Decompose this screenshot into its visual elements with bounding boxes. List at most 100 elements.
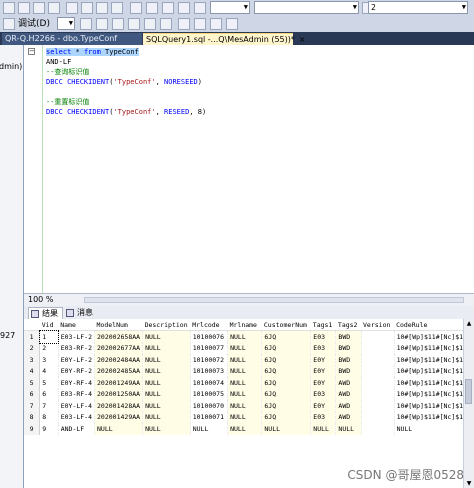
column-header[interactable]: Description: [142, 319, 191, 331]
table-row[interactable]: 8 8 E03-LF-4 202001429AA NULL 10100071 NULL 6JQ…: [24, 411, 474, 423]
new-query-icon[interactable]: [3, 2, 15, 14]
table-cell[interactable]: 6JQ: [261, 330, 312, 343]
row-number[interactable]: 2: [24, 342, 41, 354]
table-cell[interactable]: [361, 342, 395, 354]
sql-editor[interactable]: − select * from TypeConf AND-LF --查询标识值 DBC…: [24, 45, 474, 293]
code-line[interactable]: --重置标识值: [46, 97, 206, 107]
code-line[interactable]: [46, 87, 206, 97]
table-cell[interactable]: 10#[Wp]$11#[Nc]$12#: [394, 377, 474, 389]
vertical-scrollbar[interactable]: ▲ ▼: [463, 319, 474, 488]
table-cell[interactable]: NULL: [142, 330, 191, 343]
table-cell[interactable]: 10#[Wp]$11#[Nc]$12#: [394, 354, 474, 366]
scroll-up-icon[interactable]: ▲: [464, 319, 474, 328]
table-cell[interactable]: 202002484AA: [94, 354, 144, 366]
decrease-indent-icon[interactable]: [210, 18, 222, 30]
table-cell[interactable]: E0Y: [310, 400, 337, 412]
table-cell[interactable]: E0Y-LF-2: [58, 354, 96, 366]
table-cell[interactable]: E03: [310, 388, 337, 400]
table-cell[interactable]: E0Y: [310, 377, 337, 389]
table-cell[interactable]: 6: [39, 388, 59, 400]
row-number[interactable]: 7: [24, 400, 41, 412]
table-cell[interactable]: NULL: [142, 342, 191, 354]
table-cell[interactable]: NULL: [142, 400, 191, 412]
table-cell[interactable]: E0Y: [310, 354, 337, 366]
table-cell[interactable]: NULL: [261, 423, 312, 435]
table-cell[interactable]: E03: [310, 330, 337, 343]
table-cell[interactable]: NULL: [394, 423, 474, 435]
table-cell[interactable]: [361, 400, 395, 412]
table-cell[interactable]: 7: [39, 400, 59, 412]
table-cell[interactable]: E03: [310, 411, 337, 423]
table-cell[interactable]: E03-LF-4: [58, 411, 96, 423]
table-cell[interactable]: 6JQ: [261, 377, 312, 389]
table-cell[interactable]: NULL: [310, 423, 337, 435]
find-combo[interactable]: ▼: [254, 1, 359, 14]
table-cell[interactable]: AWD: [335, 400, 362, 412]
table-cell[interactable]: 10100077: [190, 342, 229, 354]
table-cell[interactable]: [361, 354, 395, 366]
table-cell[interactable]: 6JQ: [261, 365, 312, 377]
table-cell[interactable]: NULL: [227, 354, 263, 366]
corner-cell[interactable]: [24, 319, 40, 331]
zoom-level[interactable]: 100 %: [28, 294, 53, 306]
table-cell[interactable]: E03-RF-4: [58, 388, 96, 400]
table-cell[interactable]: NULL: [142, 377, 191, 389]
table-cell[interactable]: 10#[Wp]$11#[Nc]$12#: [394, 411, 474, 423]
table-cell[interactable]: NULL: [227, 411, 263, 423]
table-cell[interactable]: [361, 377, 395, 389]
table-cell[interactable]: 202002677AA: [94, 342, 144, 354]
table-cell[interactable]: 6JQ: [261, 354, 312, 366]
solution-config-combo[interactable]: ▼: [210, 1, 250, 14]
table-cell[interactable]: 10100071: [190, 411, 229, 423]
save-icon[interactable]: [33, 2, 45, 14]
code-line[interactable]: DBCC CHECKIDENT('TypeConf', RESEED, 8): [46, 107, 206, 117]
table-cell[interactable]: [361, 423, 395, 435]
save-all-icon[interactable]: [48, 2, 60, 14]
table-cell[interactable]: 10100070: [190, 400, 229, 412]
column-header[interactable]: ModelNum: [94, 319, 143, 331]
column-header[interactable]: Vid: [39, 319, 59, 331]
table-cell[interactable]: NULL: [142, 411, 191, 423]
table-cell[interactable]: 6JQ: [261, 411, 312, 423]
table-cell[interactable]: 10100075: [190, 388, 229, 400]
table-cell[interactable]: E03: [310, 342, 337, 354]
table-cell[interactable]: E0Y-LF-4: [58, 400, 96, 412]
table-cell[interactable]: NULL: [142, 388, 191, 400]
row-number[interactable]: 3: [24, 354, 41, 366]
table-row[interactable]: 6 6 E03-RF-4 202001250AA NULL 10100075 NULL 6JQ…: [24, 388, 474, 400]
table-cell[interactable]: 4: [39, 365, 59, 377]
table-cell[interactable]: AWD: [335, 411, 362, 423]
increase-indent-icon[interactable]: [226, 18, 238, 30]
table-cell[interactable]: E0Y: [310, 365, 337, 377]
table-cell[interactable]: [361, 330, 395, 343]
properties-icon[interactable]: [146, 2, 158, 14]
table-cell[interactable]: 202001429AA: [94, 411, 144, 423]
table-cell[interactable]: BWD: [335, 330, 362, 343]
table-cell[interactable]: NULL: [227, 400, 263, 412]
tab-messages[interactable]: 消息: [64, 307, 97, 319]
table-cell[interactable]: NULL: [227, 342, 263, 354]
code-line[interactable]: --查询标识值: [46, 67, 206, 77]
object-explorer-icon[interactable]: [162, 2, 174, 14]
query-designer-icon[interactable]: [112, 18, 124, 30]
table-cell[interactable]: 10100074: [190, 377, 229, 389]
debug-label[interactable]: 调试(D): [18, 18, 50, 30]
activity-monitor-icon[interactable]: [130, 2, 142, 14]
column-header[interactable]: CodeRule: [394, 319, 474, 331]
results-to-grid-icon[interactable]: [144, 18, 156, 30]
template-explorer-icon[interactable]: [178, 2, 190, 14]
scroll-down-icon[interactable]: ▼: [464, 479, 474, 488]
table-cell[interactable]: 3: [39, 354, 59, 366]
copy-icon[interactable]: [81, 2, 93, 14]
cut-icon[interactable]: [66, 2, 78, 14]
table-row[interactable]: 5 5 E0Y-RF-4 202001249AA NULL 10100074 NULL 6JQ…: [24, 377, 474, 389]
table-cell[interactable]: [361, 388, 395, 400]
close-icon[interactable]: ×: [299, 35, 306, 44]
scrollbar-thumb[interactable]: [465, 379, 472, 404]
table-row[interactable]: 9 9 AND-LF NULL NULL NULL NULL NULL NULL NULL NULL: [24, 423, 474, 435]
horizontal-scrollbar[interactable]: [84, 297, 464, 303]
table-cell[interactable]: 202002485AA: [94, 365, 144, 377]
table-cell[interactable]: NULL: [142, 354, 191, 366]
results-to-text-icon[interactable]: [128, 18, 140, 30]
column-header[interactable]: Tags2: [335, 319, 362, 331]
